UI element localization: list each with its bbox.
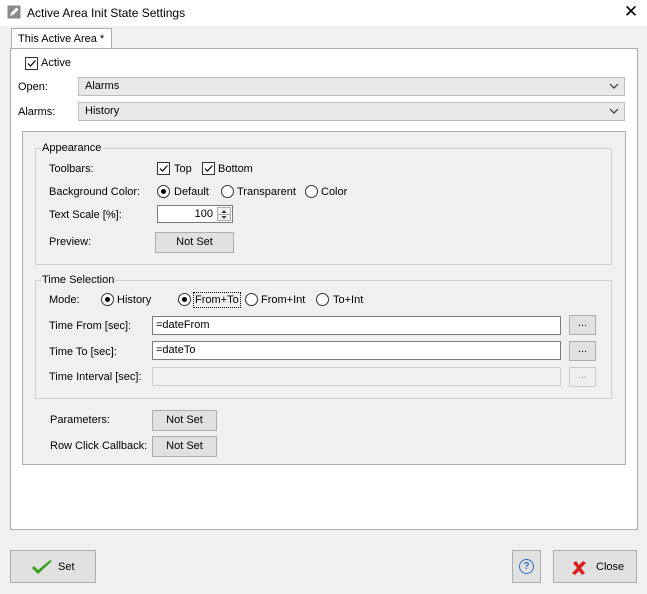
mode-from-int-label: From+Int [261, 294, 306, 306]
time-interval-input[interactable] [152, 367, 561, 386]
tab-this-active-area[interactable]: This Active Area * [11, 28, 112, 49]
toolbar-top-checkbox[interactable] [157, 162, 170, 175]
help-icon: ? [519, 559, 534, 574]
toolbars-label: Toolbars: [49, 163, 94, 175]
mode-history-label: History [117, 294, 152, 306]
text-scale-label: Text Scale [%]: [49, 209, 122, 221]
bg-color-radio[interactable] [305, 185, 318, 198]
open-select-value: Alarms [85, 80, 120, 92]
mode-to-int-radio[interactable] [316, 293, 329, 306]
mode-to-int-label: To+Int [333, 294, 364, 306]
window-close-button[interactable]: ✕ [620, 2, 642, 22]
bg-default-radio[interactable] [157, 185, 170, 198]
active-checkbox[interactable] [25, 57, 38, 70]
toolbar-bottom-label: Bottom [218, 163, 253, 175]
row-click-callback-label: Row Click Callback: [50, 440, 148, 452]
parameters-button[interactable]: Not Set [152, 410, 217, 431]
mode-from-to-radio[interactable] [178, 293, 191, 306]
time-interval-browse-button[interactable]: ... [569, 367, 596, 387]
preview-button[interactable]: Not Set [155, 232, 234, 253]
radio-dot [161, 189, 166, 194]
help-button[interactable]: ? [512, 550, 541, 583]
close-button[interactable]: Close [553, 550, 637, 583]
background-color-label: Background Color: [49, 186, 141, 198]
time-interval-label: Time Interval [sec]: [49, 371, 142, 383]
close-button-label: Close [596, 561, 625, 573]
mode-from-int-radio[interactable] [245, 293, 258, 306]
appearance-group [35, 148, 612, 265]
time-to-label: Time To [sec]: [49, 346, 117, 358]
set-button-label: Set [58, 561, 75, 573]
spin-arrows [217, 207, 231, 221]
preview-label: Preview: [49, 236, 92, 248]
mode-label: Mode: [49, 294, 80, 306]
time-selection-title: Time Selection [41, 274, 116, 286]
spin-down-icon[interactable] [218, 215, 230, 222]
mode-from-to-label: From+To [193, 292, 241, 308]
mode-history-radio[interactable] [101, 293, 114, 306]
bg-color-label: Color [321, 186, 348, 198]
set-button[interactable]: Set [10, 550, 96, 583]
alarms-select[interactable]: History [78, 102, 625, 121]
radio-dot [182, 297, 187, 302]
spin-up-icon[interactable] [218, 208, 230, 215]
bg-transparent-radio[interactable] [221, 185, 234, 198]
time-to-browse-button[interactable]: ... [569, 341, 596, 361]
bg-transparent-label: Transparent [237, 186, 296, 198]
text-scale-spinbox[interactable]: 100 [157, 205, 233, 223]
chevron-down-icon [609, 81, 619, 91]
toolbar-top-label: Top [174, 163, 192, 175]
check-icon [30, 559, 54, 580]
time-to-input[interactable]: =dateTo [152, 341, 561, 360]
alarms-label: Alarms: [18, 106, 56, 118]
text-scale-value: 100 [194, 208, 213, 220]
window-title: Active Area Init State Settings [27, 6, 186, 20]
time-from-input[interactable]: =dateFrom [152, 316, 561, 335]
parameters-label: Parameters: [50, 414, 110, 426]
bg-default-label: Default [174, 186, 209, 198]
chevron-down-icon [609, 106, 619, 116]
row-click-callback-button[interactable]: Not Set [152, 436, 217, 457]
alarms-select-value: History [85, 105, 120, 117]
red-x-icon [571, 560, 587, 579]
pencil-icon [7, 5, 21, 19]
open-select[interactable]: Alarms [78, 77, 625, 96]
active-label: Active [41, 57, 71, 69]
time-from-browse-button[interactable]: ... [569, 315, 596, 335]
appearance-group-title: Appearance [41, 142, 103, 154]
open-label: Open: [18, 81, 48, 93]
toolbar-bottom-checkbox[interactable] [202, 162, 215, 175]
time-from-label: Time From [sec]: [49, 320, 132, 332]
radio-dot [105, 297, 110, 302]
